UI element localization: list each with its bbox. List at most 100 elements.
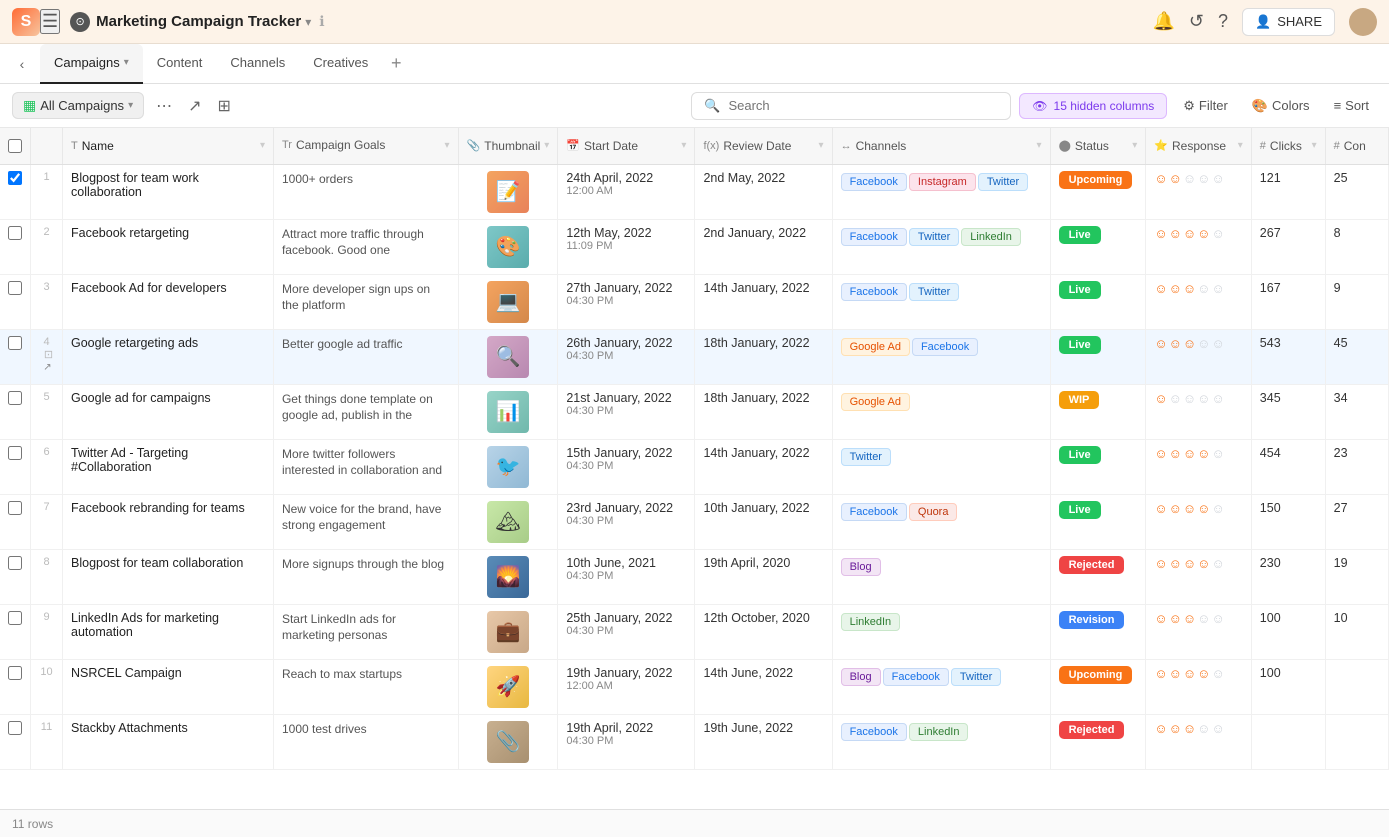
tabbar: ‹ Campaigns ▾ Content Channels Creatives… xyxy=(0,44,1389,84)
th-review-date-sort[interactable]: ▾ xyxy=(819,140,824,151)
view-selector[interactable]: ▦ All Campaigns ▾ xyxy=(12,92,144,119)
row-checkbox[interactable] xyxy=(8,226,22,240)
row-name[interactable]: Facebook rebranding for teams xyxy=(63,494,274,549)
row-thumbnail[interactable]: 🔍 xyxy=(458,329,558,384)
tab-campaigns[interactable]: Campaigns ▾ xyxy=(40,44,143,84)
row-name[interactable]: Blogpost for team work collaboration xyxy=(63,164,274,219)
response-face-empty: ☺ xyxy=(1197,336,1210,351)
select-all-checkbox[interactable] xyxy=(8,139,22,153)
start-date-main: 10th June, 2021 xyxy=(566,556,686,570)
th-status-sort[interactable]: ▾ xyxy=(1132,140,1137,151)
th-goals-sort[interactable]: ▾ xyxy=(445,139,450,153)
notification-icon[interactable]: 🔔 xyxy=(1152,11,1174,32)
channel-tag: LinkedIn xyxy=(961,228,1021,246)
tab-channels[interactable]: Channels xyxy=(216,44,299,84)
search-input[interactable] xyxy=(728,98,998,113)
row-checkbox[interactable] xyxy=(8,556,22,570)
th-channels-sort[interactable]: ▾ xyxy=(1037,140,1042,151)
row-checkbox[interactable] xyxy=(8,171,22,185)
row-con: 34 xyxy=(1325,384,1388,439)
history-icon[interactable]: ↺ xyxy=(1189,11,1204,32)
row-checkbox[interactable] xyxy=(8,336,22,350)
row-thumbnail[interactable]: 💼 xyxy=(458,604,558,659)
th-start-date-sort[interactable]: ▾ xyxy=(681,140,686,151)
row-checkbox[interactable] xyxy=(8,501,22,515)
colors-button[interactable]: 🎨 Colors xyxy=(1244,94,1318,118)
share-button[interactable]: 👤 SHARE xyxy=(1242,8,1335,36)
row-channels: BlogFacebookTwitter xyxy=(832,659,1050,714)
thumbnail-preview: 💼 xyxy=(487,611,529,653)
filter-button[interactable]: ⚙ Filter xyxy=(1175,94,1236,118)
share-view-icon[interactable]: ↗ xyxy=(184,92,205,120)
tab-creatives[interactable]: Creatives xyxy=(299,44,382,84)
channel-tag: Blog xyxy=(841,558,881,576)
th-con-label: Con xyxy=(1344,139,1366,153)
row-channels: FacebookTwitter xyxy=(832,274,1050,329)
response-face-filled: ☺ xyxy=(1169,171,1182,186)
row-name[interactable]: NSRCEL Campaign xyxy=(63,659,274,714)
th-name-sort[interactable]: ▾ xyxy=(260,140,265,151)
table-row: 4 ⊡ ↗ Google retargeting ads Better goog… xyxy=(0,329,1389,384)
row-channels: Google AdFacebook xyxy=(832,329,1050,384)
response-face-empty: ☺ xyxy=(1211,336,1224,351)
row-name[interactable]: Stackby Attachments xyxy=(63,714,274,769)
th-response-icon: ⭐ xyxy=(1154,139,1168,152)
row-number: 3 xyxy=(31,274,63,329)
row-name[interactable]: Google retargeting ads xyxy=(63,329,274,384)
tab-content[interactable]: Content xyxy=(143,44,217,84)
row-goals: More developer sign ups on the platform xyxy=(273,274,458,329)
row-name[interactable]: LinkedIn Ads for marketing automation xyxy=(63,604,274,659)
user-avatar[interactable] xyxy=(1349,8,1377,36)
row-name[interactable]: Twitter Ad - Targeting #Collaboration xyxy=(63,439,274,494)
row-thumbnail[interactable]: 📊 xyxy=(458,384,558,439)
row-channels: FacebookTwitterLinkedIn xyxy=(832,219,1050,274)
start-date-time: 04:30 PM xyxy=(566,515,686,527)
row-checkbox[interactable] xyxy=(8,611,22,625)
row-thumbnail[interactable]: 📎 xyxy=(458,714,558,769)
lock-view-icon[interactable]: ⊞ xyxy=(214,92,235,120)
row-channels: FacebookInstagramTwitter xyxy=(832,164,1050,219)
view-options-icon[interactable]: ⋯ xyxy=(152,92,176,120)
row-name[interactable]: Facebook retargeting xyxy=(63,219,274,274)
row-name[interactable]: Google ad for campaigns xyxy=(63,384,274,439)
row-thumbnail[interactable]: 📝 xyxy=(458,164,558,219)
row-checkbox[interactable] xyxy=(8,391,22,405)
table-body: 1 Blogpost for team work collaboration 1… xyxy=(0,164,1389,769)
hidden-columns-button[interactable]: 👁 15 hidden columns xyxy=(1019,93,1167,119)
th-start-date-icon: 📅 xyxy=(566,139,580,152)
channel-tag: Facebook xyxy=(841,283,907,301)
row-thumbnail[interactable]: 🚀 xyxy=(458,659,558,714)
add-tab-icon[interactable]: + xyxy=(382,50,410,78)
response-face-empty: ☺ xyxy=(1211,556,1224,571)
row-goals: Reach to max startups xyxy=(273,659,458,714)
response-face-empty: ☺ xyxy=(1211,226,1224,241)
search-box[interactable]: 🔍 xyxy=(691,92,1011,120)
row-thumbnail[interactable]: 🌄 xyxy=(458,549,558,604)
row-thumbnail[interactable]: 🏔 xyxy=(458,494,558,549)
row-channels: Blog xyxy=(832,549,1050,604)
response-faces: ☺☺☺☺☺ xyxy=(1154,171,1242,186)
row-checkbox[interactable] xyxy=(8,281,22,295)
row-collapse-icon[interactable]: ⊡ xyxy=(44,349,53,361)
response-face-filled: ☺ xyxy=(1183,501,1196,516)
row-expand-arrow[interactable]: ↗ xyxy=(43,362,51,373)
row-thumbnail[interactable]: 💻 xyxy=(458,274,558,329)
menu-icon[interactable]: ☰ xyxy=(40,9,60,34)
help-icon[interactable]: ? xyxy=(1218,11,1228,32)
row-thumbnail[interactable]: 🎨 xyxy=(458,219,558,274)
th-clicks-sort[interactable]: ▾ xyxy=(1312,140,1317,151)
response-face-filled: ☺ xyxy=(1154,501,1167,516)
sidebar-collapse-icon[interactable]: ‹ xyxy=(8,50,36,78)
row-checkbox[interactable] xyxy=(8,666,22,680)
row-name[interactable]: Facebook Ad for developers xyxy=(63,274,274,329)
sort-button[interactable]: ≡ Sort xyxy=(1326,94,1377,117)
title-chevron[interactable]: ▾ xyxy=(305,15,311,29)
th-thumbnail-sort[interactable]: ▾ xyxy=(544,140,549,151)
response-face-empty: ☺ xyxy=(1197,171,1210,186)
row-checkbox[interactable] xyxy=(8,446,22,460)
row-name[interactable]: Blogpost for team collaboration xyxy=(63,549,274,604)
row-checkbox[interactable] xyxy=(8,721,22,735)
row-thumbnail[interactable]: 🐦 xyxy=(458,439,558,494)
th-response-sort[interactable]: ▾ xyxy=(1238,140,1243,151)
info-icon[interactable]: ℹ xyxy=(319,13,324,30)
